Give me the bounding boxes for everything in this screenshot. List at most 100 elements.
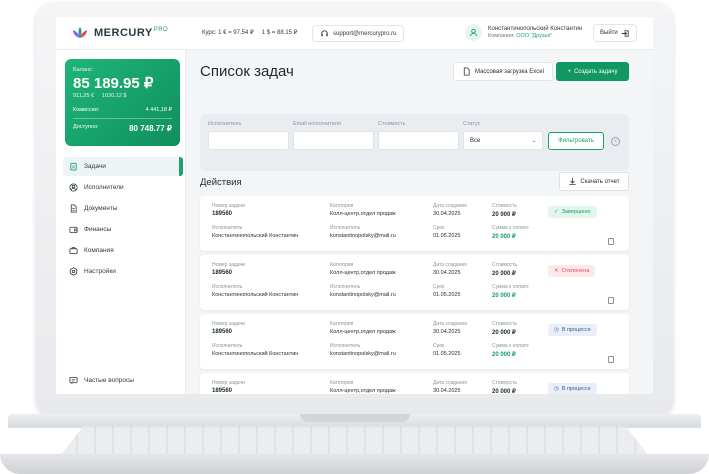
task-field-label: Стоимость xyxy=(492,380,518,386)
sidebar-item-label: Компания xyxy=(84,247,114,254)
task-field-value: 20 000 ₽ xyxy=(492,212,516,218)
status-select[interactable]: Все ⌄ xyxy=(463,131,543,150)
avatar xyxy=(465,24,482,41)
create-task-button[interactable]: + Создать задачу xyxy=(556,62,629,81)
task-field-label: Стоимость xyxy=(492,262,518,268)
main-content: Список задач Массовая загрузка Excel + С… xyxy=(186,50,653,394)
task-field-label: Стоимость xyxy=(492,203,518,209)
clipboard-icon xyxy=(70,162,77,171)
copy-icon[interactable] xyxy=(608,356,614,363)
task-field-value: 20 000 ₽ xyxy=(492,389,516,394)
email-filter: Email исполнителя xyxy=(293,121,374,150)
task-field-label: Дата создания xyxy=(433,380,467,386)
task-field-sum: Сумма к оплате 20 000 ₽ xyxy=(492,284,529,299)
sidebar-item-documents[interactable]: Документы xyxy=(63,199,179,218)
email-input[interactable] xyxy=(293,131,374,150)
task-field-label: Сумма к оплате xyxy=(492,343,529,349)
status-label: В процессе xyxy=(561,386,591,392)
task-card[interactable]: Номер задачи 189560 ИсполнительКонстантино… xyxy=(200,196,629,251)
sidebar-item-finance[interactable]: Финансы xyxy=(63,220,179,239)
section-title: Действия xyxy=(200,177,242,188)
task-field-sum: Сумма к оплате 20 000 ₽ xyxy=(492,343,529,358)
task-field-value: Колл-центр,отдел продаж xyxy=(330,211,396,217)
task-field-deadline: Срок 01.05.2025 xyxy=(433,343,461,357)
logo[interactable]: MERCURYPRO xyxy=(72,26,168,40)
task-field-value: 01.05.2025 xyxy=(433,233,461,239)
task-field-value: Колл-центр,отдел продаж xyxy=(330,388,396,394)
faq-link[interactable]: Частые вопросы xyxy=(69,376,134,385)
task-card[interactable]: Номер задачи189560ИсполнительКонстантино… xyxy=(200,314,629,369)
status-select-value: Все xyxy=(470,137,481,144)
support-button[interactable]: support@mercurypro.ru xyxy=(312,25,405,42)
status-filter-label: Статус xyxy=(463,121,481,127)
copy-icon[interactable] xyxy=(608,238,614,245)
task-field-cost: Стоимость 20 000 ₽ xyxy=(492,203,517,218)
logout-icon xyxy=(621,29,629,37)
chevron-down-icon: ⌄ xyxy=(531,137,536,144)
task-list: Номер задачи 189560 Исполнитель Константино… xyxy=(200,196,629,394)
task-field-label: Сумма к оплате xyxy=(492,225,529,231)
task-field-value: 189560 xyxy=(212,211,233,217)
download-report-button[interactable]: Скачать отчет xyxy=(559,172,629,191)
download-icon xyxy=(569,177,577,186)
commission-label: Комиссия: xyxy=(73,107,100,113)
sidebar-item-executors[interactable]: Исполнители xyxy=(63,178,179,197)
task-field-category: Категория Колл-центр,отдел продаж xyxy=(330,262,396,276)
task-field-value: konstantinopolsky@mail.ru xyxy=(330,351,396,357)
status-badge: ◷ В процессе xyxy=(548,324,597,336)
task-card[interactable]: Номер задачи189560ИсполнительКонстантино… xyxy=(200,373,629,394)
filter-button[interactable]: Фильтровать xyxy=(548,132,604,150)
task-field-cost: Стоимость 20 000 ₽ xyxy=(492,380,517,394)
executor-filter-label: Исполнитель xyxy=(208,121,242,127)
sidebar: Баланс: 85 189.95 ₽ 911,25 € 1030,12 $ Ко… xyxy=(56,50,186,394)
task-field-cost: Стоимость 20 000 ₽ xyxy=(492,321,517,336)
task-field-executor: Исполнитель Константинопольский Константи… xyxy=(212,225,298,239)
lotus-icon xyxy=(73,27,87,38)
status-label: В процессе xyxy=(561,327,591,333)
sidebar-item-label: Документы xyxy=(84,205,118,212)
task-field-label: Исполнитель xyxy=(212,343,243,349)
balance-amount: 85 189.95 ₽ xyxy=(73,75,154,92)
task-field-label: Исполнитель xyxy=(330,284,361,290)
task-field-value: 189560 xyxy=(212,270,233,276)
executor-input[interactable] xyxy=(208,131,289,150)
sidebar-item-company[interactable]: Компания xyxy=(63,241,179,260)
sidebar-item-settings[interactable]: Настройки xyxy=(63,262,179,281)
task-field-category: Категория Колл-центр,отдел продаж xyxy=(330,380,396,394)
sidebar-item-label: Исполнители xyxy=(84,184,124,191)
task-field-value: konstantinopolsky@mail.ru xyxy=(330,292,396,298)
sidebar-item-tasks[interactable]: Задачи xyxy=(63,157,183,176)
task-field-value: 20 000 ₽ xyxy=(492,352,516,358)
task-card[interactable]: Номер задачи189560 ИсполнительКонстантино… xyxy=(200,255,629,310)
filters-panel: Исполнитель Email исполнителя Стоимость … xyxy=(200,114,629,171)
sidebar-nav: Задачи Исполнители Документы Финансы Ком… xyxy=(63,157,183,283)
cost-input[interactable] xyxy=(378,131,459,150)
task-field-value: Колл-центр,отдел продаж xyxy=(330,270,396,276)
user-profile[interactable]: Константинопольский Константин Компания:… xyxy=(465,24,582,41)
task-field-value: 01.05.2025 xyxy=(433,351,461,357)
logout-button[interactable]: Выйти xyxy=(593,24,637,42)
user-icon xyxy=(69,183,78,192)
task-field-label: Категория xyxy=(330,321,354,327)
task-field-value: 01.05.2025 xyxy=(433,292,461,298)
status-badge: ✕ Отклонена xyxy=(548,265,596,277)
copy-icon[interactable] xyxy=(608,297,614,304)
clear-filter-icon[interactable]: × xyxy=(611,137,620,146)
rate-label: Курс: xyxy=(202,30,217,36)
task-field-value: konstantinopolsky@mail.ru xyxy=(330,233,396,239)
excel-upload-label: Массовая загрузка Excel xyxy=(475,68,544,75)
task-field-sum: Сумма к оплате 20 000 ₽ xyxy=(492,225,529,240)
status-badge: ◷ В процессе xyxy=(548,383,597,394)
task-field-number: Номер задачи 189560 xyxy=(212,262,245,276)
task-field-executor: Исполнитель Константинопольский Константи… xyxy=(212,284,298,298)
exchange-rates: Курс: 1 € = 97.54 ₽ 1 $ = 88.15 ₽ xyxy=(202,29,297,36)
task-field-label: Номер задачи xyxy=(212,203,245,209)
task-field-email: Исполнитель konstantinopolsky@mail.ru xyxy=(330,343,396,357)
cost-filter: Стоимость xyxy=(378,121,459,150)
download-report-label: Скачать отчет xyxy=(580,178,620,185)
task-field-created: Дата создания 30.04.2025 xyxy=(433,321,467,335)
laptop-base xyxy=(0,414,709,474)
top-header: MERCURYPRO Курс: 1 € = 97.54 ₽ 1 $ = 88.… xyxy=(56,17,653,50)
logo-text: MERCURY xyxy=(94,27,153,39)
excel-upload-button[interactable]: Массовая загрузка Excel xyxy=(453,62,553,81)
